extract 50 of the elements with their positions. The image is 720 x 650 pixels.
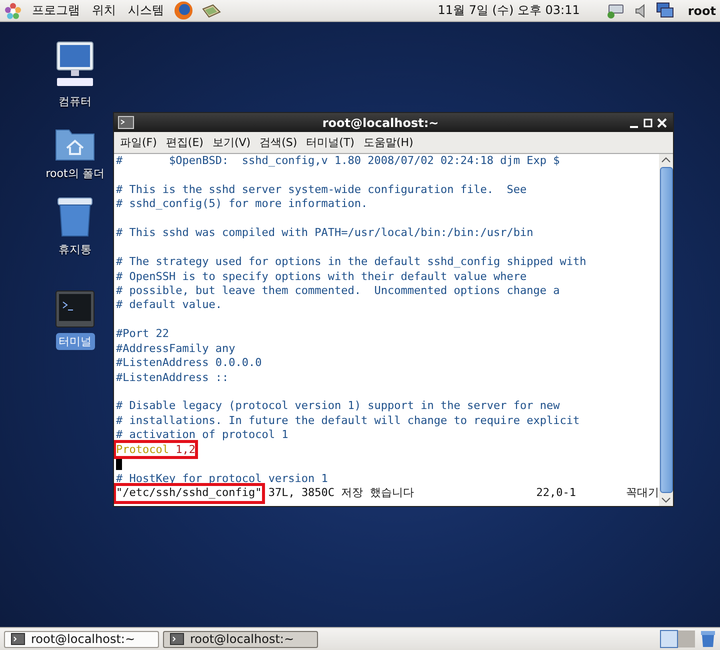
menu-item[interactable]: 도움말(H) — [363, 135, 414, 150]
code-line: # The strategy used for options in the default sshd_config shipped with — [116, 255, 586, 268]
scroll-position: 꼭대기 — [626, 486, 659, 500]
menu-item[interactable]: 파일(F) — [120, 135, 157, 150]
globe-icon[interactable] — [174, 1, 193, 20]
network-icon[interactable] — [606, 2, 626, 18]
code-line: # activation of protocol 1 — [116, 428, 288, 442]
code-line: Protocol 1,2 — [116, 442, 196, 456]
icon-label[interactable]: 휴지통 — [56, 241, 94, 258]
code-line: # Disable legacy (protocol version 1) support in the server for new — [116, 399, 560, 412]
code-line: #ListenAddress :: — [116, 370, 229, 384]
icon-label[interactable]: 컴퓨터 — [56, 93, 94, 110]
code-line: # OpenSSH is to specify options with their default value where — [116, 270, 527, 282]
code-line: #AddressFamily any — [116, 342, 236, 355]
menu-item[interactable]: 터미널(T) — [306, 135, 354, 150]
code-line: # installations. In future the default will change to require explicit — [116, 414, 580, 427]
code-line: # default value. — [116, 298, 222, 312]
code-line: #ListenAddress 0.0.0.0 — [116, 356, 262, 370]
window-title: root@localhost:~ — [321, 116, 440, 130]
code-line: # sshd_config(5) for more information. — [116, 197, 368, 210]
terminal-icon — [170, 633, 184, 645]
status-message: 37L, 3850C 저장 했습니다 — [267, 486, 414, 500]
panel-menu[interactable]: 시스템 — [126, 2, 166, 19]
icon-label[interactable]: root의 폴더 — [42, 165, 108, 182]
taskbar-button[interactable]: root@localhost:~ — [163, 630, 318, 648]
panel-menu[interactable]: 위치 — [90, 2, 118, 19]
menu-item[interactable]: 보기(V) — [212, 135, 251, 150]
code-line: #Port 22 — [116, 327, 169, 340]
code-line: # HostKey for protocol version 1 — [116, 472, 328, 485]
menu-item[interactable]: 편집(E) — [166, 135, 204, 150]
menu-item[interactable]: 검색(S) — [260, 135, 298, 150]
code-line: # $OpenBSD: sshd_config,v 1.80 2008/07/02 02:24:18 djm Exp $ — [116, 154, 560, 167]
text-cursor — [116, 458, 122, 470]
terminal-icon — [11, 633, 25, 645]
code-line: # This is the sshd server system-wide configuration file. See — [116, 182, 527, 196]
workspace-switcher-icon[interactable] — [660, 630, 696, 648]
taskbar-button[interactable]: root@localhost:~ — [4, 630, 159, 648]
envelope-icon[interactable] — [201, 2, 221, 18]
clock[interactable]: 11월 7일 (수) 오후 03:11 — [438, 2, 580, 19]
code-line: # This sshd was compiled with PATH=/usr/local/bin:/bin:/usr/bin — [116, 226, 534, 240]
cursor-position: 22,0-1 — [536, 486, 576, 500]
terminal-icon[interactable] — [118, 116, 134, 129]
monitor-icon[interactable] — [656, 2, 674, 19]
app-menu-flower-icon[interactable] — [4, 2, 22, 20]
close-icon[interactable] — [655, 116, 669, 130]
status-filename: "/etc/ssh/sshd_config" — [116, 486, 262, 500]
user-name[interactable]: root — [688, 4, 716, 18]
trash-icon[interactable] — [55, 196, 95, 238]
panel-menu[interactable]: 프로그램 — [30, 2, 82, 19]
code-line: # possible, but leave them commented. Uncommented options change a — [116, 284, 560, 297]
